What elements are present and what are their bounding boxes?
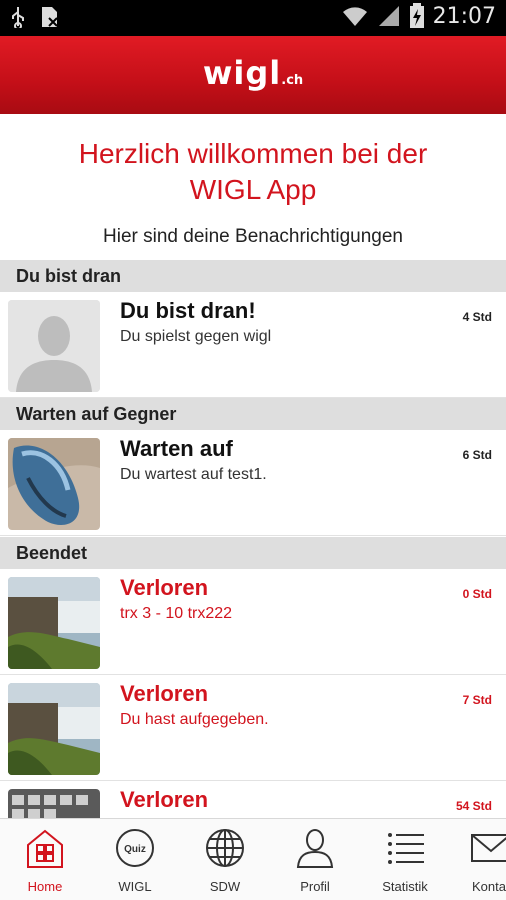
row-time: 4 Std <box>462 310 492 324</box>
nav-item-home[interactable]: Home <box>0 819 90 900</box>
notification-row[interactable]: Verloren trx 3 - 10 trx222 0 Std <box>0 569 506 675</box>
row-subtitle: Du hast aufgegeben. <box>120 711 269 728</box>
nav-item-kontakt[interactable]: Kontakt <box>450 819 506 900</box>
usb-icon <box>12 7 24 28</box>
wigl-logo: wigl.ch <box>202 54 304 92</box>
section-header-finished: Beendet <box>0 537 506 569</box>
person-icon <box>296 829 334 868</box>
section-header-your-turn: Du bist dran <box>0 260 506 292</box>
notification-row[interactable]: Verloren Du hast aufgegeben. 7 Std <box>0 675 506 781</box>
nav-item-statistik[interactable]: Statistik <box>360 819 450 900</box>
globe-icon <box>206 829 244 867</box>
row-subtitle: Du wartest auf test1. <box>120 466 267 483</box>
nav-label: SDW <box>209 879 241 894</box>
welcome-block: Herzlich willkommen bei der WIGL App Hie… <box>0 136 506 248</box>
notification-row[interactable]: Warten auf Du wartest auf test1. 6 Std <box>0 430 506 536</box>
wifi-icon <box>342 7 367 26</box>
row-title: Verloren <box>120 681 209 706</box>
home-icon <box>27 829 63 868</box>
quiz-icon: Quiz <box>116 829 154 867</box>
waterfall-photo <box>8 683 100 775</box>
bottom-navigation: Home Quiz WIGL SDW Profil Statistik Kont… <box>0 818 506 900</box>
row-subtitle: Du spielst gegen wigl <box>120 328 272 345</box>
section-header-waiting: Warten auf Gegner <box>0 398 506 430</box>
notification-row[interactable]: Du bist dran! Du spielst gegen wigl 4 St… <box>0 292 506 398</box>
svg-text:Quiz: Quiz <box>124 844 146 855</box>
nav-item-sdw[interactable]: SDW <box>180 819 270 900</box>
status-time: 21:07 <box>432 3 496 29</box>
row-time: 54 Std <box>455 799 492 813</box>
nav-item-profil[interactable]: Profil <box>270 819 360 900</box>
mail-icon <box>471 834 506 862</box>
row-title: Du bist dran! <box>120 298 256 323</box>
list-icon <box>388 833 424 864</box>
row-subtitle: trx 3 - 10 trx222 <box>120 605 233 622</box>
row-time: 6 Std <box>462 448 492 462</box>
nav-label: Statistik <box>382 879 428 894</box>
nav-label: Home <box>27 879 63 894</box>
waterfall-photo <box>8 577 100 669</box>
nav-label: Kontakt <box>472 879 506 894</box>
signal-icon <box>378 6 399 26</box>
battery-icon <box>409 3 424 28</box>
status-bar: 21:07 <box>0 0 506 36</box>
default-avatar <box>8 300 100 392</box>
nav-item-wigl[interactable]: Quiz WIGL <box>90 819 180 900</box>
welcome-subtitle: Hier sind deine Benachrichtigungen <box>103 226 403 247</box>
nav-label: WIGL <box>118 879 152 894</box>
nav-label: Profil <box>300 879 330 894</box>
row-time: 0 Std <box>462 587 492 601</box>
row-time: 7 Std <box>462 693 492 707</box>
blue-mouse-photo <box>8 438 100 530</box>
row-title: Verloren <box>120 787 209 812</box>
app-header: wigl.ch <box>0 36 506 114</box>
welcome-title: Herzlich willkommen bei der WIGL App <box>78 138 428 205</box>
sd-card-icon <box>42 7 58 27</box>
row-title: Warten auf <box>120 436 233 461</box>
row-title: Verloren <box>120 575 209 600</box>
